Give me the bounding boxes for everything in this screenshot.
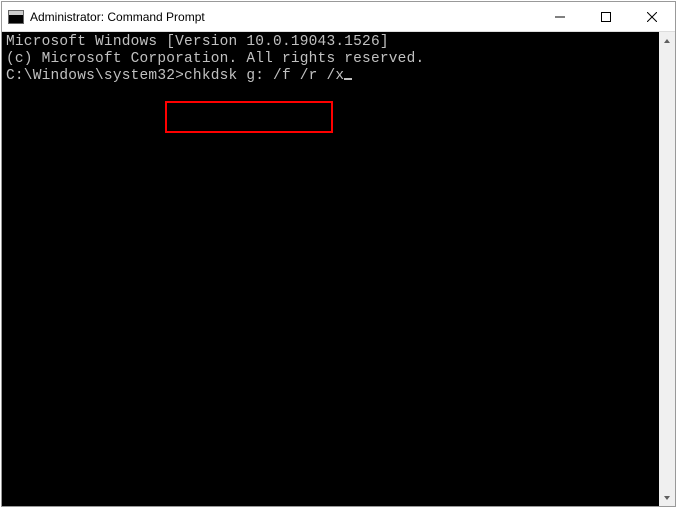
scroll-down-button[interactable] — [659, 489, 675, 506]
scroll-up-button[interactable] — [659, 32, 675, 49]
annotation-highlight — [165, 101, 333, 133]
terminal-area: Microsoft Windows [Version 10.0.19043.15… — [2, 32, 675, 506]
scroll-track[interactable] — [659, 49, 675, 489]
cmd-icon — [8, 10, 24, 24]
titlebar[interactable]: Administrator: Command Prompt — [2, 2, 675, 32]
maximize-button[interactable] — [583, 2, 629, 32]
version-line: Microsoft Windows [Version 10.0.19043.15… — [6, 34, 655, 51]
minimize-button[interactable] — [537, 2, 583, 32]
cursor — [344, 78, 352, 80]
command-prompt-window: Administrator: Command Prompt Microsoft … — [1, 1, 676, 507]
vertical-scrollbar[interactable] — [659, 32, 675, 506]
window-title: Administrator: Command Prompt — [30, 10, 205, 24]
terminal[interactable]: Microsoft Windows [Version 10.0.19043.15… — [2, 32, 659, 506]
prompt-text: C:\Windows\system32> — [6, 68, 184, 84]
copyright-line: (c) Microsoft Corporation. All rights re… — [6, 51, 655, 68]
titlebar-left: Administrator: Command Prompt — [2, 10, 205, 24]
command-text: chkdsk g: /f /r /x — [184, 68, 344, 84]
close-button[interactable] — [629, 2, 675, 32]
prompt-line: C:\Windows\system32>chkdsk g: /f /r /x — [6, 68, 655, 85]
window-controls — [537, 2, 675, 31]
